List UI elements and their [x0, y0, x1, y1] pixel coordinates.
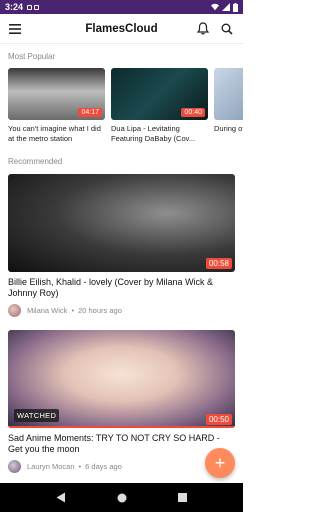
duration-badge: 04:17 [78, 108, 102, 117]
wifi-icon [211, 3, 219, 11]
home-button[interactable] [112, 488, 132, 508]
separator-dot: • [78, 462, 82, 471]
video-meta: Milana Wick • 20 hours ago [8, 304, 235, 317]
section-title-popular: Most Popular [8, 52, 56, 61]
status-notification-icons [27, 4, 40, 10]
notification-icon [34, 4, 40, 10]
popular-card[interactable]: During of the S... [214, 68, 243, 152]
recents-button[interactable] [173, 488, 193, 508]
author-name[interactable]: Lauryn Mocan [27, 462, 75, 471]
bell-icon [197, 22, 209, 35]
duration-badge: 00:50 [205, 414, 232, 425]
video-thumbnail[interactable]: WATCHED 00:50 [8, 330, 235, 428]
video-title[interactable]: Dua Lipa - Levitating Featuring DaBaby (… [111, 124, 208, 144]
notification-icon [27, 4, 33, 10]
add-button[interactable]: + [205, 448, 235, 478]
battery-icon [233, 2, 238, 12]
video-thumbnail[interactable]: 00:40 [111, 68, 208, 120]
back-button[interactable] [51, 488, 71, 508]
search-button[interactable] [217, 17, 237, 41]
hamburger-icon [9, 23, 21, 34]
app-title: FlamesCloud [85, 22, 158, 35]
popular-card[interactable]: 04:17 You can't imagine what I did at th… [8, 68, 105, 152]
back-triangle-icon [56, 492, 65, 503]
notifications-button[interactable] [193, 17, 213, 41]
section-title-recommended: Recommended [8, 157, 63, 166]
video-title[interactable]: Billie Eilish, Khalid - lovely (Cover by… [8, 277, 235, 299]
video-thumbnail[interactable] [214, 68, 243, 120]
watched-badge: WATCHED [14, 409, 60, 422]
video-thumbnail[interactable]: 04:17 [8, 68, 105, 120]
system-nav-bar [0, 483, 243, 512]
popular-card[interactable]: 00:40 Dua Lipa - Levitating Featuring Da… [111, 68, 208, 152]
avatar[interactable] [8, 304, 21, 317]
recommended-card[interactable]: WATCHED 00:50 Sad Anime Moments: TRY TO … [8, 330, 235, 473]
recommended-card[interactable]: 00:58 Billie Eilish, Khalid - lovely (Co… [8, 174, 235, 317]
watch-progress-bar [8, 426, 235, 428]
avatar[interactable] [8, 460, 21, 473]
popular-list: 04:17 You can't imagine what I did at th… [8, 68, 243, 152]
duration-badge: 00:40 [181, 108, 205, 117]
signal-icon [222, 3, 230, 11]
home-circle-icon [117, 493, 126, 502]
duration-badge: 00:58 [205, 258, 232, 269]
status-bar: 3:24 [0, 0, 243, 14]
search-icon [221, 23, 233, 35]
status-time: 3:24 [5, 2, 24, 12]
status-system-icons [211, 2, 238, 12]
menu-button[interactable] [0, 14, 30, 44]
publish-time: 6 days ago [85, 462, 122, 471]
video-thumbnail[interactable]: 00:58 [8, 174, 235, 272]
app-bar: FlamesCloud [0, 14, 243, 44]
video-meta: Lauryn Mocan • 6 days ago [8, 460, 235, 473]
author-name[interactable]: Milana Wick [27, 306, 67, 315]
separator-dot: • [71, 306, 75, 315]
video-title[interactable]: During of the S... [214, 124, 243, 144]
plus-icon: + [214, 453, 226, 473]
video-title[interactable]: You can't imagine what I did at the metr… [8, 124, 105, 144]
publish-time: 20 hours ago [78, 306, 122, 315]
recents-square-icon [178, 493, 187, 502]
video-title[interactable]: Sad Anime Moments: TRY TO NOT CRY SO HAR… [8, 433, 235, 455]
